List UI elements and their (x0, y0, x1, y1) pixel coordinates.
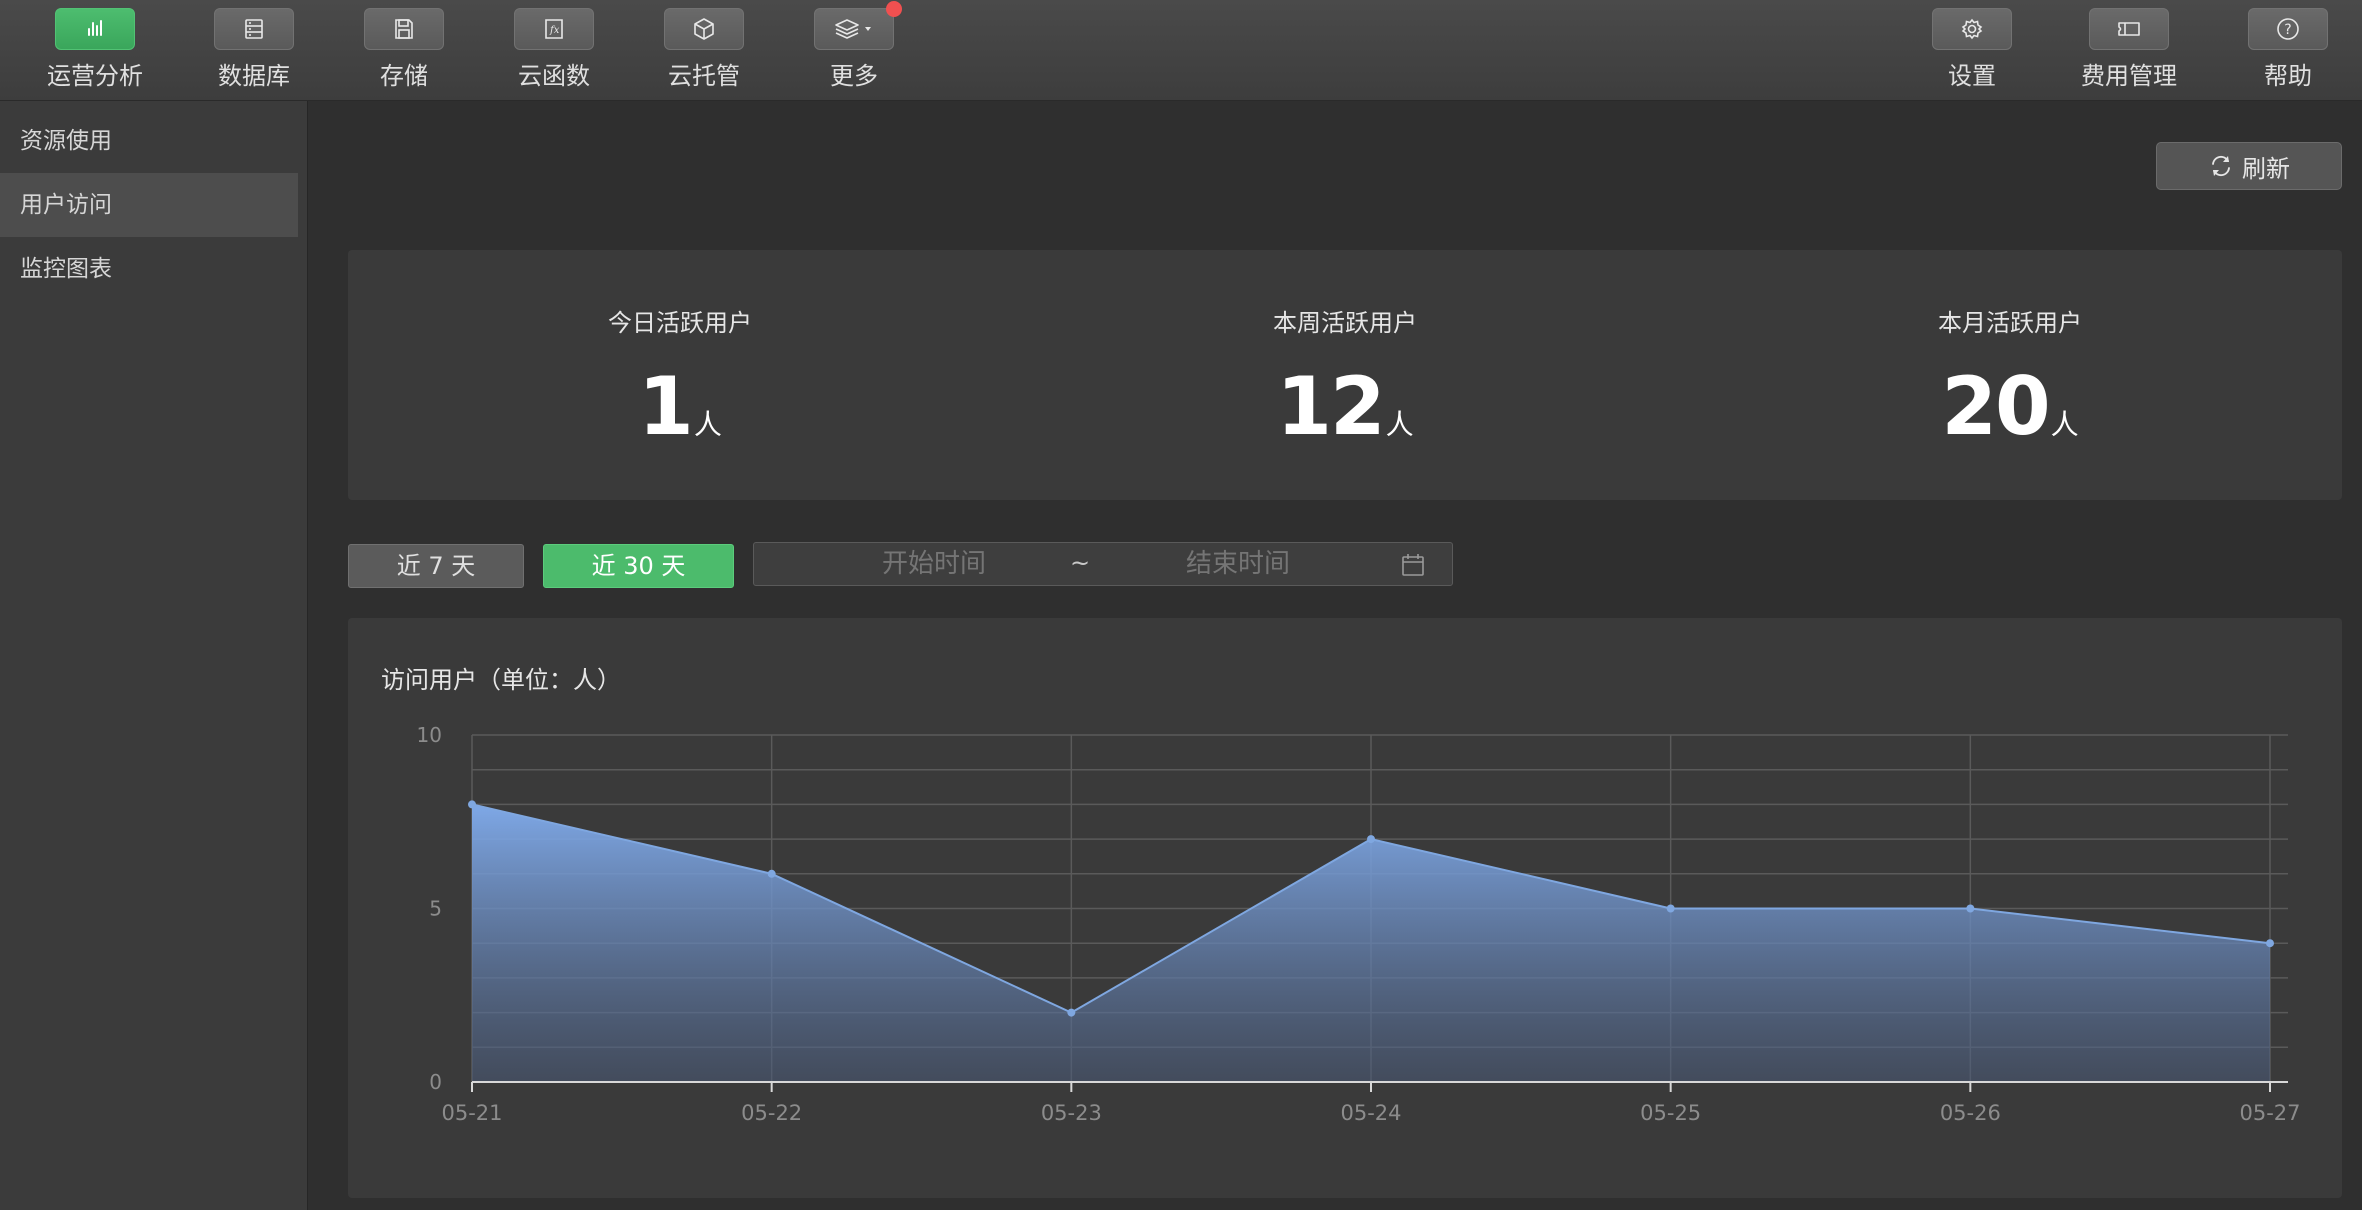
visiting-users-chart: 0 5 10 05-21 05-22 05-23 05-24 05-25 05-26 05-27 (417, 723, 2301, 1125)
sidebar: 资源使用 用户访问 监控图表 (0, 101, 308, 1210)
data-point (468, 800, 476, 809)
stat-value: 1 (638, 360, 694, 453)
calendar-icon[interactable] (1400, 552, 1426, 578)
refresh-label: 刷新 (2242, 154, 2290, 183)
stat-value: 20 (1941, 360, 2050, 453)
help-button[interactable]: ? (2248, 8, 2328, 50)
svg-text:fx: fx (549, 25, 560, 36)
notification-badge (886, 1, 902, 17)
floppy-disk-icon (395, 19, 413, 39)
y-tick-label: 10 (417, 723, 442, 747)
toolbar-label: 存储 (380, 62, 428, 90)
series-area (472, 804, 2270, 1082)
refresh-icon (2212, 155, 2230, 177)
cloud-functions-button[interactable]: fx (514, 8, 594, 50)
toolbar-label: 帮助 (2264, 62, 2312, 90)
toolbar-label: 更多 (830, 62, 878, 90)
toolbar-item-settings[interactable]: 设置 (1897, 8, 2047, 98)
date-range-picker[interactable]: ~ (753, 542, 1453, 586)
toolbar-item-storage[interactable]: 存储 (329, 8, 479, 98)
toolbar-label: 费用管理 (2081, 62, 2177, 90)
sidebar-item-monitoring-charts[interactable]: 监控图表 (0, 237, 298, 301)
x-tick-label: 05-25 (1640, 1101, 1701, 1125)
stat-week: 本周活跃用户 12人 (1013, 250, 1677, 500)
y-tick-label: 0 (429, 1070, 442, 1094)
stat-value-row: 1人 (348, 360, 1012, 453)
date-separator: ~ (1070, 549, 1091, 577)
stat-value-row: 20人 (1678, 360, 2342, 453)
toolbar-label: 设置 (1948, 62, 1996, 90)
top-toolbar: 运营分析 数据库 存储 fx 云函数 云托管 更多 设置 费用管理 ? 帮助 (0, 0, 2362, 101)
toolbar-label: 云托管 (668, 62, 740, 90)
svg-text:?: ? (2284, 22, 2291, 38)
analytics-button[interactable] (55, 8, 135, 50)
layers-dropdown-icon (835, 19, 871, 39)
range-30-days-button[interactable]: 近 30 天 (543, 544, 734, 588)
toolbar-label: 数据库 (218, 62, 290, 90)
refresh-button[interactable]: 刷新 (2156, 142, 2342, 190)
stat-title: 本周活跃用户 (1273, 309, 1417, 337)
data-point (2266, 939, 2274, 948)
function-icon: fx (545, 19, 563, 39)
y-tick-label: 5 (429, 897, 442, 921)
toolbar-item-cloud-hosting[interactable]: 云托管 (629, 8, 779, 98)
settings-button[interactable] (1932, 8, 2012, 50)
x-tick-label: 05-22 (741, 1101, 802, 1125)
stat-today: 今日活跃用户 1人 (348, 250, 1012, 500)
stat-value: 12 (1276, 360, 1385, 453)
gear-icon (1961, 18, 1983, 40)
sidebar-item-user-access[interactable]: 用户访问 (0, 173, 298, 237)
visiting-users-chart-panel: 访问用户（单位：人） 0 5 10 05-21 05-22 05-23 05-24 05-25… (348, 618, 2342, 1198)
range-7-days-button[interactable]: 近 7 天 (348, 544, 524, 588)
x-tick-label: 05-21 (441, 1101, 502, 1125)
stat-unit: 人 (2050, 408, 2079, 441)
data-point (1367, 835, 1375, 844)
data-point (1067, 1008, 1076, 1017)
toolbar-label: 云函数 (518, 62, 590, 90)
stat-unit: 人 (693, 408, 722, 441)
x-tick-label: 05-26 (1940, 1101, 2001, 1125)
database-icon (245, 19, 263, 39)
toolbar-item-help[interactable]: ? 帮助 (2213, 8, 2362, 98)
data-point (767, 869, 776, 878)
toolbar-item-more[interactable]: 更多 (779, 1, 929, 98)
bar-chart-icon (88, 20, 102, 36)
storage-button[interactable] (364, 8, 444, 50)
stat-unit: 人 (1385, 408, 1414, 441)
x-tick-label: 05-23 (1041, 1101, 1102, 1125)
toolbar-item-database[interactable]: 数据库 (179, 8, 329, 98)
question-icon: ? (2277, 18, 2299, 40)
toolbar-item-analytics[interactable]: 运营分析 (20, 8, 170, 98)
x-tick-label: 05-24 (1340, 1101, 1401, 1125)
active-users-stats-panel: 今日活跃用户 1人 本周活跃用户 12人 本月活跃用户 20人 (348, 250, 2342, 500)
sidebar-item-resource-usage[interactable]: 资源使用 (0, 109, 298, 173)
ticket-icon (2118, 22, 2140, 36)
data-point (1666, 904, 1675, 913)
stat-month: 本月活跃用户 20人 (1678, 250, 2342, 500)
x-tick-label: 05-27 (2239, 1101, 2300, 1125)
toolbar-label: 运营分析 (47, 62, 143, 90)
end-date-input[interactable] (1118, 543, 1358, 585)
toolbar-item-billing[interactable]: 费用管理 (2054, 8, 2204, 98)
billing-button[interactable] (2089, 8, 2169, 50)
cloud-hosting-button[interactable] (664, 8, 744, 50)
stat-title: 今日活跃用户 (608, 309, 752, 337)
data-point (1966, 904, 1975, 913)
database-button[interactable] (214, 8, 294, 50)
toolbar-item-cloud-functions[interactable]: fx 云函数 (479, 8, 629, 98)
more-button[interactable] (814, 8, 894, 50)
stat-title: 本月活跃用户 (1938, 309, 2082, 337)
cube-icon (694, 18, 714, 40)
start-date-input[interactable] (814, 543, 1054, 585)
stat-value-row: 12人 (1013, 360, 1677, 453)
